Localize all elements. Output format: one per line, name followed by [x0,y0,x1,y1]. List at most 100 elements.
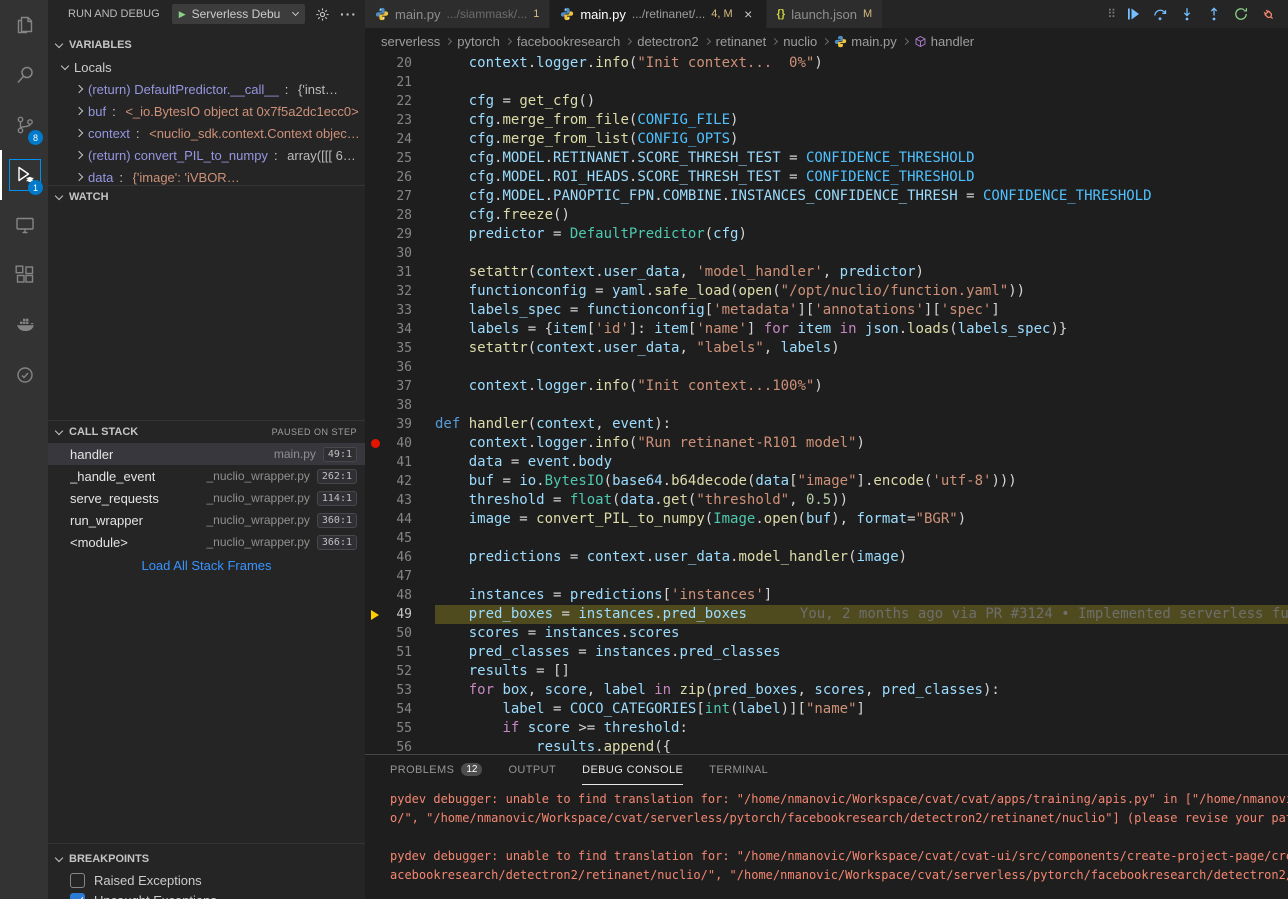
debug-step-over-button[interactable] [1150,4,1170,24]
expand-icon[interactable] [75,129,83,137]
tab-launch-json[interactable]: {} launch.json M [767,0,884,28]
gutter-glyph-margin[interactable] [365,567,385,586]
line-number[interactable]: 53 [385,681,412,700]
breakpoint-item[interactable]: Raised Exceptions [48,870,365,890]
code-line[interactable]: 36 [365,358,1288,377]
debug-step-out-button[interactable] [1204,4,1224,24]
line-number[interactable]: 47 [385,567,412,586]
code-line[interactable]: 33 labels_spec = functionconfig['metadat… [365,301,1288,320]
activity-item-explorer[interactable] [0,0,48,50]
breadcrumb-item-symbol[interactable]: handler [914,34,974,49]
code-line-text[interactable]: cfg.MODEL.ROI_HEADS.SCORE_THRESH_TEST = … [435,168,1288,187]
breakpoints-pane-header[interactable]: BREAKPOINTS [48,848,365,870]
code-line-text[interactable] [435,529,1288,548]
gutter-glyph-margin[interactable] [365,73,385,92]
code-line-text[interactable]: setattr(context.user_data, 'model_handle… [435,263,1288,282]
code-line-text[interactable] [435,244,1288,263]
code-line-text[interactable]: setattr(context.user_data, "labels", lab… [435,339,1288,358]
line-number[interactable]: 41 [385,453,412,472]
code-line-text[interactable]: context.logger.info("Init context... 0%"… [435,54,1288,73]
activity-item-run-and-debug[interactable]: 1 [0,150,48,200]
code-line-text[interactable] [435,567,1288,586]
debug-continue-button[interactable] [1123,4,1143,24]
code-line-text[interactable]: predictions = context.user_data.model_ha… [435,548,1288,567]
code-line[interactable]: 38 [365,396,1288,415]
code-line[interactable]: 43 threshold = float(data.get("threshold… [365,491,1288,510]
code-line[interactable]: 55 if score >= threshold: [365,719,1288,738]
gutter-glyph-margin[interactable] [365,54,385,73]
breadcrumb-item-file[interactable]: main.py [834,34,897,49]
expand-icon[interactable] [75,173,83,181]
line-number[interactable]: 20 [385,54,412,73]
debug-config-dropdown[interactable]: ▶ Serverless Debu [172,4,305,24]
gutter-glyph-margin[interactable] [365,168,385,187]
line-number[interactable]: 52 [385,662,412,681]
line-number[interactable]: 42 [385,472,412,491]
code-line[interactable]: 41 data = event.body [365,453,1288,472]
variable-row[interactable]: (return) convert_PIL_to_numpy: array([[[… [48,144,365,166]
line-number[interactable]: 25 [385,149,412,168]
code-line[interactable]: 21 [365,73,1288,92]
gutter-glyph-margin[interactable] [365,472,385,491]
gutter-glyph-margin[interactable] [365,282,385,301]
gutter-glyph-margin[interactable] [365,339,385,358]
code-line[interactable]: 50 scores = instances.scores [365,624,1288,643]
panel-tab-problems[interactable]: PROBLEMS 12 [390,755,482,785]
code-line[interactable]: 44 image = convert_PIL_to_numpy(Image.op… [365,510,1288,529]
code-line-text[interactable]: cfg.merge_from_list(CONFIG_OPTS) [435,130,1288,149]
code-line[interactable]: 34 labels = {item['id']: item['name'] fo… [365,320,1288,339]
code-line-text[interactable]: cfg.freeze() [435,206,1288,225]
line-number[interactable]: 44 [385,510,412,529]
code-line-text[interactable]: labels_spec = functionconfig['metadata']… [435,301,1288,320]
code-line[interactable]: 52 results = [] [365,662,1288,681]
code-line[interactable]: 48 instances = predictions['instances'] [365,586,1288,605]
gutter-glyph-margin[interactable] [365,548,385,567]
call-stack-frame[interactable]: serve_requests_nuclio_wrapper.py114:1 [48,487,365,509]
gutter-glyph-margin[interactable] [365,377,385,396]
code-line[interactable]: 22 cfg = get_cfg() [365,92,1288,111]
code-line-text[interactable]: cfg.merge_from_file(CONFIG_FILE) [435,111,1288,130]
line-number[interactable]: 24 [385,130,412,149]
code-line-text[interactable]: def handler(context, event): [435,415,1288,434]
code-line-text[interactable]: pred_classes = instances.pred_classes [435,643,1288,662]
line-number[interactable]: 37 [385,377,412,396]
code-line[interactable]: 42 buf = io.BytesIO(base64.b64decode(dat… [365,472,1288,491]
breadcrumb-item[interactable]: facebookresearch [517,34,620,49]
call-stack-frame[interactable]: handlermain.py49:1 [48,443,365,465]
code-line[interactable]: 26 cfg.MODEL.ROI_HEADS.SCORE_THRESH_TEST… [365,168,1288,187]
activity-item-extensions[interactable] [0,250,48,300]
code-line[interactable]: 49 pred_boxes = instances.pred_boxesYou,… [365,605,1288,624]
code-line-text[interactable]: results.append({ [435,738,1288,754]
line-number[interactable]: 26 [385,168,412,187]
code-line-text[interactable]: instances = predictions['instances'] [435,586,1288,605]
panel-tab-terminal[interactable]: TERMINAL [709,755,768,785]
line-number[interactable]: 40 [385,434,412,453]
line-number[interactable]: 39 [385,415,412,434]
code-line[interactable]: 56 results.append({ [365,738,1288,754]
gutter-glyph-margin[interactable] [365,434,385,453]
line-number[interactable]: 33 [385,301,412,320]
panel-tab-output[interactable]: OUTPUT [508,755,556,785]
code-line-text[interactable]: cfg.MODEL.PANOPTIC_FPN.COMBINE.INSTANCES… [435,187,1288,206]
line-number[interactable]: 21 [385,73,412,92]
code-line[interactable]: 47 [365,567,1288,586]
breadcrumb-item[interactable]: detectron2 [637,34,698,49]
code-line[interactable]: 51 pred_classes = instances.pred_classes [365,643,1288,662]
variables-pane-header[interactable]: VARIABLES [48,34,365,56]
close-icon[interactable]: × [741,6,756,22]
breadcrumb-item[interactable]: serverless [381,34,440,49]
code-line-text[interactable]: cfg = get_cfg() [435,92,1288,111]
gutter-glyph-margin[interactable] [365,586,385,605]
code-line[interactable]: 28 cfg.freeze() [365,206,1288,225]
tab-main-py-siammask[interactable]: main.py .../siammask/... 1 [365,0,550,28]
line-number[interactable]: 36 [385,358,412,377]
start-debug-icon[interactable]: ▶ [179,10,186,19]
gutter-glyph-margin[interactable] [365,681,385,700]
gutter-glyph-margin[interactable] [365,149,385,168]
gutter-glyph-margin[interactable] [365,643,385,662]
call-stack-frame[interactable]: run_wrapper_nuclio_wrapper.py360:1 [48,509,365,531]
code-line-text[interactable]: results = [] [435,662,1288,681]
gutter-glyph-margin[interactable] [365,244,385,263]
panel-tab-debug-console[interactable]: DEBUG CONSOLE [582,755,683,785]
line-number[interactable]: 32 [385,282,412,301]
